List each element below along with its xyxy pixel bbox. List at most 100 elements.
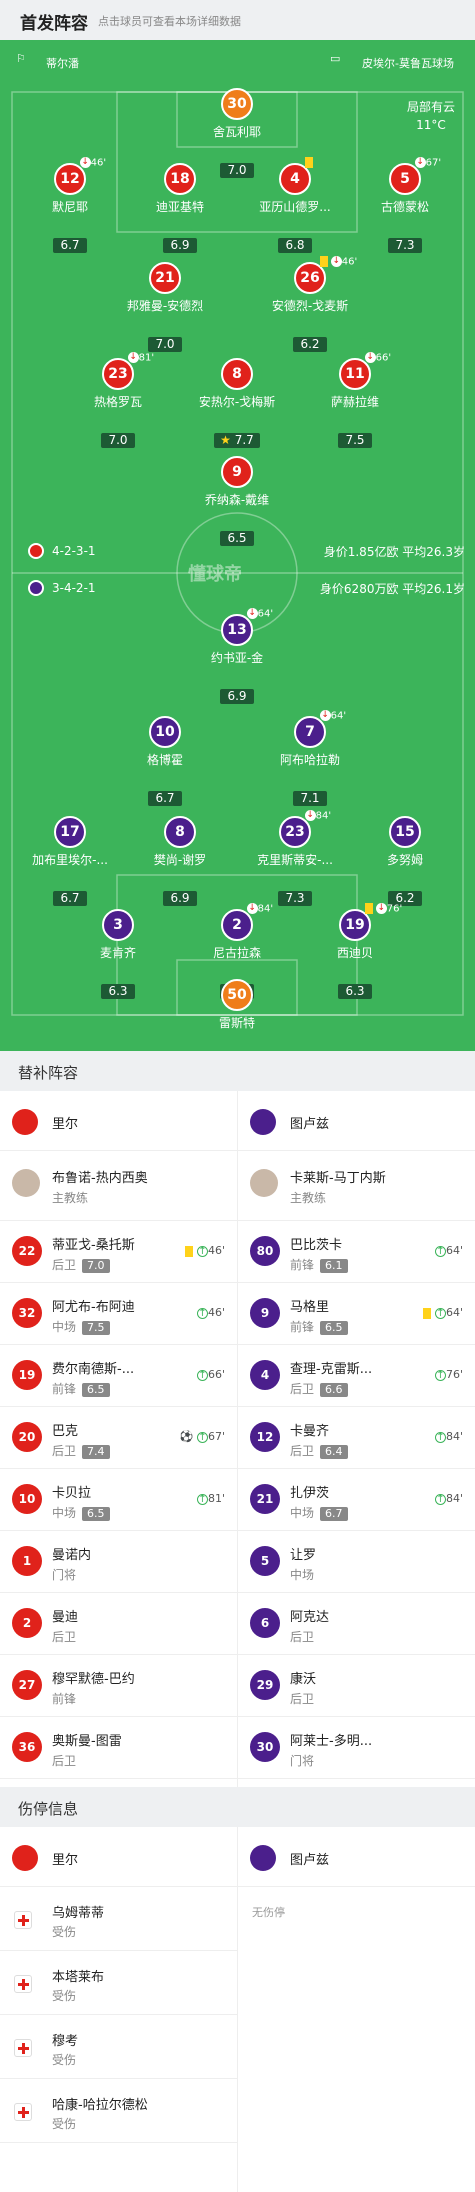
player-away[interactable]: 50雷斯特6.4 bbox=[177, 979, 297, 1051]
player-name: 克里斯蒂安-... bbox=[257, 853, 333, 867]
injured-player[interactable]: 本塔莱布 受伤 bbox=[0, 1951, 237, 2015]
player-home[interactable]: 18 迪亚基特 6.9 bbox=[120, 163, 240, 253]
sub-time: 46' bbox=[207, 1306, 225, 1319]
jersey-number: 19 bbox=[12, 1360, 42, 1390]
sub-in-icon: ↑ bbox=[434, 1370, 446, 1381]
jersey-number: 3 bbox=[102, 909, 134, 941]
player-home[interactable]: 9 乔纳森-戴维 6.5 bbox=[177, 456, 297, 546]
player-position: 前锋 6.5 bbox=[52, 1380, 110, 1397]
away-sub-player[interactable]: 4 查理-克雷斯... 后卫 6.6 ↑76' bbox=[238, 1345, 475, 1407]
home-sub-player[interactable]: 19 费尔南德斯-... 前锋 6.5 ↑66' bbox=[0, 1345, 237, 1407]
no-injury-text: 无伤停 bbox=[252, 1906, 285, 1919]
jersey-number: 22 bbox=[12, 1236, 42, 1266]
jersey-number: 10 bbox=[12, 1484, 42, 1514]
player-home[interactable]: 12 ↓ 46' 默尼耶 6.7 bbox=[10, 157, 130, 253]
player-name: 蒂亚戈-桑托斯 bbox=[52, 1238, 135, 1253]
jersey-number: 21 bbox=[250, 1484, 280, 1514]
jersey-number: 1 bbox=[12, 1546, 42, 1576]
position-text: 门将 bbox=[290, 1754, 315, 1768]
player-home[interactable]: 21 邦雅曼-安德烈 7.0 bbox=[105, 262, 225, 352]
player-home[interactable]: 4 亚历山德罗... 6.8 bbox=[235, 157, 355, 253]
player-away[interactable]: 23 ↓ 84' 克里斯蒂安-... 7.3 bbox=[235, 810, 355, 906]
injury-status: 受伤 bbox=[52, 1925, 77, 1939]
player-home[interactable]: 11 ↓ 66' 萨赫拉维 7.5 bbox=[295, 352, 415, 448]
home-sub-player[interactable]: 10 卡贝拉 中场 6.5 ↑81' bbox=[0, 1469, 237, 1531]
player-away[interactable]: 3 麦肯齐 6.3 bbox=[58, 909, 178, 999]
injured-player[interactable]: 穆考 受伤 bbox=[0, 2015, 237, 2079]
yellow-card-icon bbox=[423, 1307, 432, 1319]
jersey-number: 5 bbox=[250, 1546, 280, 1576]
rating-value: 6.9 bbox=[170, 238, 190, 252]
away-sub-player[interactable]: 80 巴比茨卡 前锋 6.1 ↑64' bbox=[238, 1221, 475, 1283]
away-sub-player[interactable]: 6 阿克达 后卫 bbox=[238, 1593, 475, 1655]
player-away[interactable]: 10 格博霍 6.7 bbox=[105, 716, 225, 806]
jersey-number: 15 bbox=[389, 816, 421, 848]
player-name: 曼诺内 bbox=[52, 1548, 92, 1563]
player-away[interactable]: 15 多努姆 6.2 bbox=[345, 816, 465, 906]
sub-info: ↑84' bbox=[434, 1492, 463, 1505]
away-sub-player[interactable]: 9 马格里 前锋 6.5 ↑64' bbox=[238, 1283, 475, 1345]
home-sub-player[interactable]: 22 蒂亚戈-桑托斯 后卫 7.0 ↑46' bbox=[0, 1221, 237, 1283]
player-home[interactable]: 26 ↓ 46' 安德烈-戈麦斯 6.2 bbox=[250, 256, 370, 352]
injury-home-name: 里尔 bbox=[52, 1853, 79, 1868]
player-away[interactable]: 13 ↓ 64' 约书亚-金 6.9 bbox=[177, 608, 297, 704]
away-sub-player[interactable]: 29 康沃 后卫 bbox=[238, 1655, 475, 1717]
toulouse-logo-icon bbox=[250, 1109, 276, 1135]
rating-value: 6.3 bbox=[345, 984, 365, 998]
player-home[interactable]: 8 安热尔-戈梅斯 ★ 7.7 bbox=[177, 358, 297, 448]
whistle-icon: ⚐ bbox=[16, 52, 26, 65]
sub-time: 64' bbox=[257, 608, 274, 620]
home-sub-player[interactable]: 27 穆罕默德-巴约 前锋 bbox=[0, 1655, 237, 1717]
injury-away-team[interactable]: 图卢兹 bbox=[238, 1827, 475, 1887]
home-sub-player[interactable]: 36 奥斯曼-图雷 后卫 bbox=[0, 1717, 237, 1779]
injured-player[interactable]: 乌姆蒂蒂 受伤 bbox=[0, 1887, 237, 1951]
player-home[interactable]: 5 ↓ 67' 古德蒙松 7.3 bbox=[345, 157, 465, 253]
avatar bbox=[12, 1169, 40, 1197]
home-sub-player[interactable]: 32 阿尤布-布阿迪 中场 7.5 ↑46' bbox=[0, 1283, 237, 1345]
subs-section-title: 替补阵容 bbox=[18, 1064, 79, 1082]
away-sub-player[interactable]: 5 让罗 中场 bbox=[238, 1531, 475, 1593]
weather-desc: 局部有云 bbox=[406, 100, 455, 114]
player-rating: 6.5 bbox=[320, 1321, 348, 1335]
player-away[interactable]: 17 加布里埃尔-... 6.7 bbox=[10, 816, 130, 906]
home-sub-player[interactable]: 2 曼迪 后卫 bbox=[0, 1593, 237, 1655]
player-home[interactable]: 23 ↓ 81' 热格罗瓦 7.0 bbox=[58, 352, 178, 448]
away-coach[interactable]: 卡莱斯-马丁内斯 主教练 bbox=[238, 1151, 475, 1221]
player-rating: 7.5 bbox=[338, 433, 372, 448]
rating-value: 7.5 bbox=[345, 433, 365, 447]
injured-player[interactable]: 哈康-哈拉尔德松 受伤 bbox=[0, 2079, 237, 2143]
rating-value: 7.0 bbox=[155, 337, 175, 351]
home-sub-player[interactable]: 1 曼诺内 门将 bbox=[0, 1531, 237, 1593]
injury-icon bbox=[14, 1975, 32, 1993]
player-position: 后卫 bbox=[52, 1752, 76, 1769]
injury-away-name: 图卢兹 bbox=[290, 1853, 330, 1868]
player-rating: 6.4 bbox=[320, 1445, 348, 1459]
sub-time: 67' bbox=[207, 1430, 225, 1443]
away-sub-player[interactable]: 21 扎伊茨 中场 6.7 ↑84' bbox=[238, 1469, 475, 1531]
player-away[interactable]: 7 ↓ 64' 阿布哈拉勒 7.1 bbox=[250, 710, 370, 806]
player-away[interactable]: 8 樊尚-谢罗 6.9 bbox=[120, 816, 240, 906]
player-events: ↓ 81' bbox=[127, 352, 154, 364]
player-events: ↓ 67' bbox=[414, 157, 441, 169]
away-sub-player[interactable]: 12 卡曼齐 后卫 6.4 ↑84' bbox=[238, 1407, 475, 1469]
stadium-icon: ▭ bbox=[330, 52, 341, 65]
sub-out-icon: ↓ bbox=[375, 903, 387, 914]
jersey-number: 27 bbox=[12, 1670, 42, 1700]
sub-in-icon: ↑ bbox=[196, 1370, 208, 1381]
sub-out-icon: ↓ bbox=[364, 352, 376, 363]
home-coach[interactable]: 布鲁诺-热内西奥 主教练 bbox=[0, 1151, 237, 1221]
away-team-cell[interactable]: 图卢兹 bbox=[238, 1091, 475, 1151]
player-events: ↓ 64' bbox=[319, 710, 346, 722]
jersey-number: 50 bbox=[221, 979, 253, 1011]
away-sub-player[interactable]: 30 阿莱士-多明... 门将 bbox=[238, 1717, 475, 1779]
player-position: 门将 bbox=[290, 1752, 314, 1769]
sub-in-icon: ↑ bbox=[434, 1494, 446, 1505]
player-name: 舍瓦利耶 bbox=[212, 125, 261, 139]
home-team-cell[interactable]: 里尔 bbox=[0, 1091, 237, 1151]
player-name: 安德烈-戈麦斯 bbox=[271, 299, 349, 313]
sub-out-icon: ↓ bbox=[330, 256, 342, 267]
rating-value: 7.0 bbox=[108, 433, 128, 447]
home-sub-player[interactable]: 20 巴克 后卫 7.4 ⚽ ↑67' bbox=[0, 1407, 237, 1469]
player-away[interactable]: 19 ↓ 76' 西迪贝 6.3 bbox=[295, 903, 415, 999]
injury-home-team[interactable]: 里尔 bbox=[0, 1827, 237, 1887]
